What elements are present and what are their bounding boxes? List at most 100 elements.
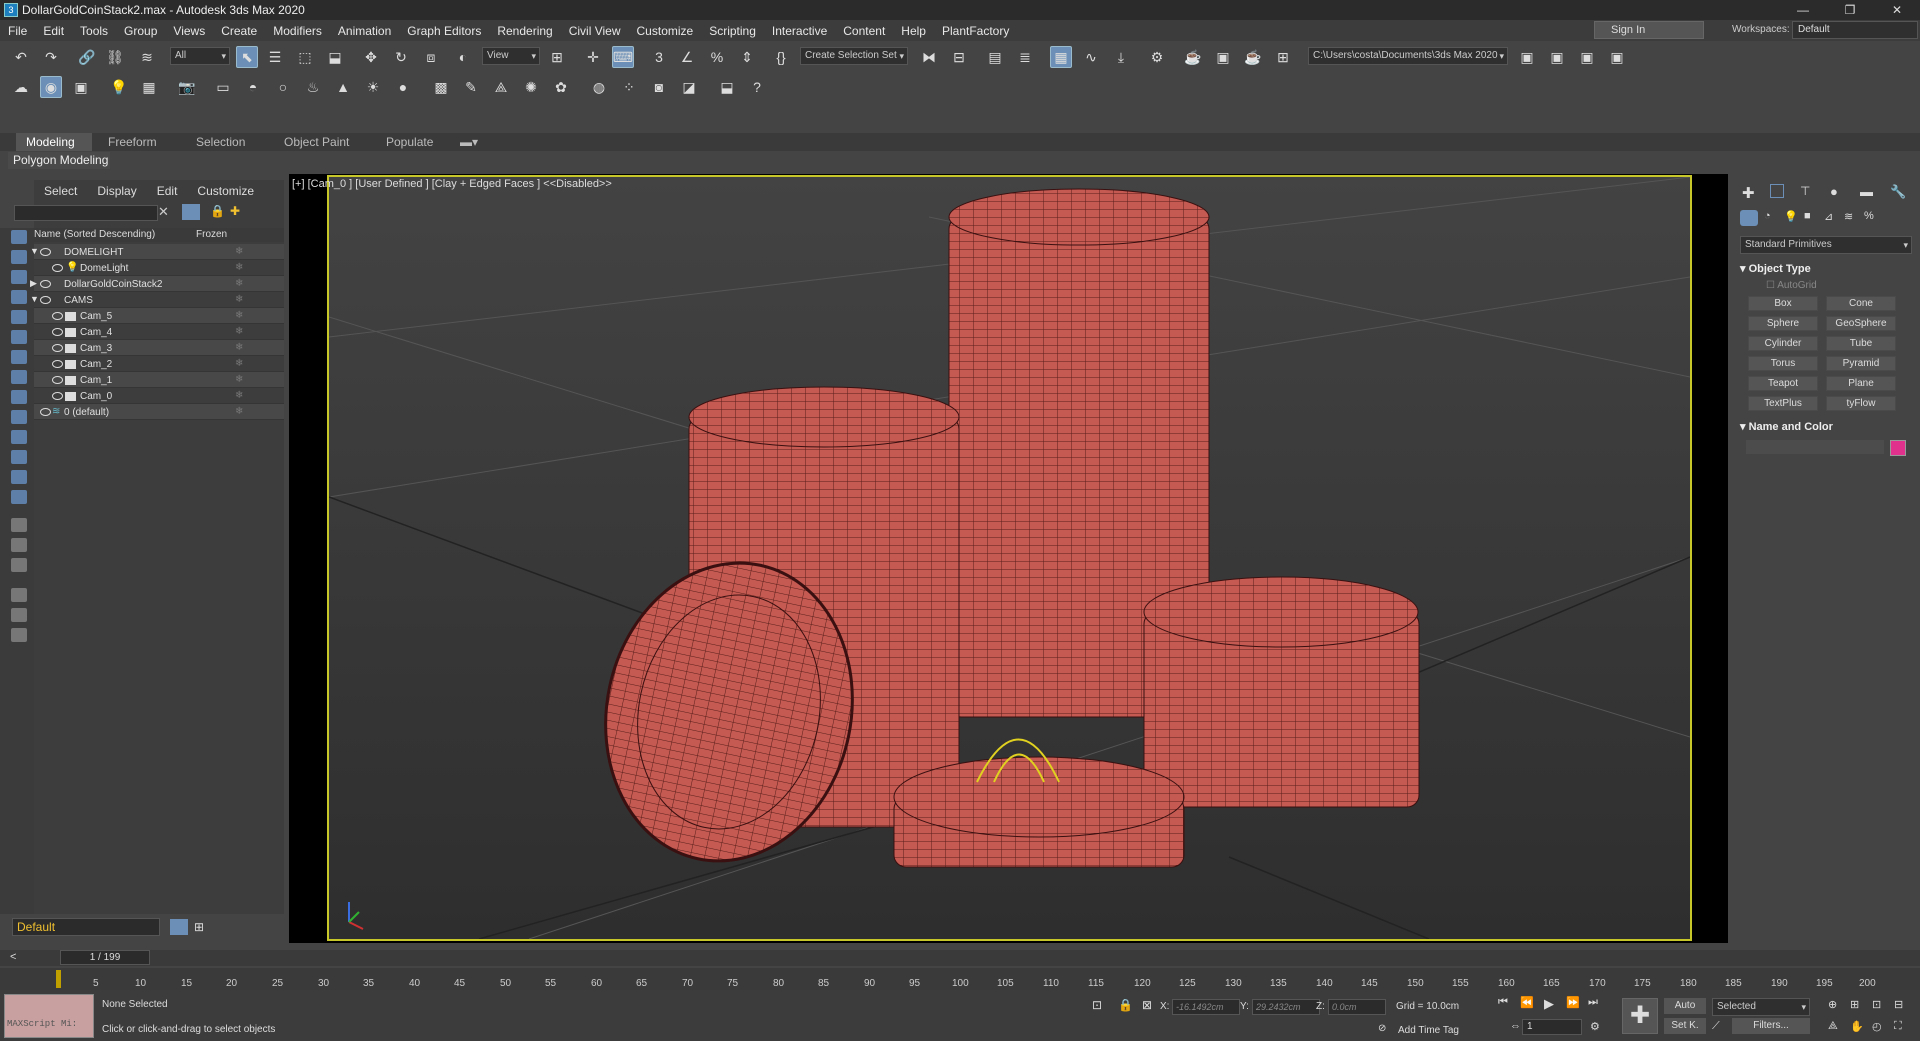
tree-row[interactable]: Cam_5 ❄ [34, 308, 284, 324]
visibility-eye-icon[interactable] [52, 392, 63, 400]
project-icon-2[interactable]: ▣ [1546, 46, 1568, 68]
render-production-icon[interactable]: ☕ [1242, 46, 1264, 68]
time-prev-button[interactable]: < [10, 951, 16, 963]
object-name-field[interactable] [1746, 440, 1884, 454]
menu-group[interactable]: Group [116, 24, 165, 38]
plane-button[interactable]: Plane [1826, 376, 1896, 391]
tree-row[interactable]: ▼ DOMELIGHT ❄ [30, 244, 284, 260]
display-containers-icon[interactable] [11, 430, 27, 444]
add-layer-icon[interactable]: ✚ [230, 204, 240, 218]
window-crossing-icon[interactable]: ⬓ [324, 46, 346, 68]
rotate-icon[interactable]: ↻ [390, 46, 412, 68]
pan-icon[interactable]: ✋ [1850, 1020, 1864, 1033]
scene-tab-select[interactable]: Select [34, 184, 87, 198]
spacewarps-icon[interactable]: ≋ [1844, 210, 1853, 223]
display-cameras-icon[interactable] [11, 310, 27, 324]
tree-row[interactable]: Cam_4 ❄ [34, 324, 284, 340]
selection-filter-dropdown[interactable]: All [170, 47, 230, 65]
angle-snap-icon[interactable]: ∠ [676, 46, 698, 68]
toolbar2-icon-2[interactable]: ◉ [40, 76, 62, 98]
percent-snap-icon[interactable]: % [706, 46, 728, 68]
scene-explorer-mode-icon[interactable]: ⊞ [194, 920, 204, 934]
export-icon[interactable]: ⬓ [716, 76, 738, 98]
sun-icon[interactable]: ☀ [362, 76, 384, 98]
light-icon-2[interactable]: ▦ [138, 76, 160, 98]
display-frozen-icon[interactable] [11, 450, 27, 464]
pyramid-button[interactable]: Pyramid [1826, 356, 1896, 371]
menu-modifiers[interactable]: Modifiers [265, 24, 330, 38]
display-xrefs-icon[interactable] [11, 390, 27, 404]
menu-scripting[interactable]: Scripting [701, 24, 764, 38]
light-icon-1[interactable]: 💡 [108, 76, 130, 98]
ambient-light-icon[interactable]: ● [392, 76, 414, 98]
current-frame-marker[interactable] [56, 970, 61, 988]
link-icon[interactable]: 🔗 [76, 46, 98, 68]
snaps-toggle-icon[interactable]: 3 [648, 46, 670, 68]
orbit-icon[interactable]: ◴ [1872, 1020, 1882, 1033]
helpers-icon[interactable]: ⊿ [1824, 210, 1833, 223]
z-coordinate-field[interactable]: 0.0cm [1328, 999, 1386, 1015]
zoom-all-icon[interactable]: ⊞ [1850, 998, 1859, 1011]
menu-interactive[interactable]: Interactive [764, 24, 835, 38]
visibility-eye-icon[interactable] [52, 328, 63, 336]
isolate-icon[interactable]: ⊡ [1092, 998, 1102, 1012]
zoom-icon[interactable]: ⊕ [1828, 998, 1837, 1011]
render-setup-icon[interactable]: ☕ [1182, 46, 1204, 68]
visibility-eye-icon[interactable] [52, 264, 63, 272]
geosphere-button[interactable]: GeoSphere [1826, 316, 1896, 331]
material-editor-icon[interactable]: ⚙ [1146, 46, 1168, 68]
viewport[interactable] [289, 174, 1728, 943]
menu-views[interactable]: Views [165, 24, 213, 38]
freeze-icon[interactable]: ❄ [235, 342, 243, 353]
curve-editor-icon[interactable]: ∿ [1080, 46, 1102, 68]
minimize-button[interactable]: — [1780, 0, 1826, 20]
category-dropdown[interactable]: Standard Primitives [1740, 236, 1912, 254]
zoom-extents-icon[interactable]: ⊡ [1872, 998, 1881, 1011]
freeze-icon[interactable]: ❄ [235, 358, 243, 369]
key-filter-dropdown[interactable]: Selected [1712, 998, 1810, 1016]
scene-explorer-toggle-icon[interactable]: ▤ [984, 46, 1006, 68]
filter-icon[interactable] [11, 588, 27, 602]
x-coordinate-field[interactable]: -16.1492cm [1172, 999, 1240, 1015]
sphere-light-icon[interactable]: ○ [272, 76, 294, 98]
cylinder-button[interactable]: Cylinder [1748, 336, 1818, 351]
workspaces-dropdown[interactable]: Default [1792, 21, 1918, 39]
tree-row[interactable]: Cam_1 ❄ [34, 372, 284, 388]
display-bones-icon[interactable] [11, 410, 27, 424]
display-helpers-icon[interactable] [11, 330, 27, 344]
align-icon[interactable]: ⊟ [948, 46, 970, 68]
display-dependents-icon[interactable] [11, 558, 27, 572]
display-spacewarps-icon[interactable] [11, 350, 27, 364]
menu-animation[interactable]: Animation [330, 24, 399, 38]
systems-icon[interactable]: % [1864, 210, 1874, 222]
freeze-icon[interactable]: ❄ [235, 406, 243, 417]
menu-graph-editors[interactable]: Graph Editors [399, 24, 489, 38]
filter-funnel-icon[interactable] [182, 204, 200, 220]
proxy-icon[interactable]: ▩ [430, 76, 452, 98]
render-in-cloud-icon[interactable]: ⊞ [1272, 46, 1294, 68]
tree-row[interactable]: Cam_0 ❄ [34, 388, 284, 404]
plane-icon[interactable]: ⟁ [490, 76, 512, 98]
tree-row[interactable]: 💡 DomeLight ❄ [34, 260, 284, 276]
box-button[interactable]: Box [1748, 296, 1818, 311]
display-lights-icon[interactable] [11, 290, 27, 304]
viewport-canvas[interactable] [327, 175, 1692, 941]
play-icon[interactable]: ▶ [1544, 996, 1554, 1012]
scale-icon[interactable]: ⧈ [420, 46, 442, 68]
expand-arrow-icon[interactable]: ▼ [30, 294, 39, 304]
key-tangent-icon[interactable]: ⟋ [1712, 1020, 1720, 1033]
geometry-icon[interactable] [1740, 210, 1758, 226]
dome-light-icon[interactable]: ◓ [242, 76, 264, 98]
project-icon-3[interactable]: ▣ [1576, 46, 1598, 68]
fov-icon[interactable]: ⟁ [1828, 1020, 1838, 1033]
menu-edit[interactable]: Edit [35, 24, 72, 38]
motion-tab-icon[interactable]: ● [1830, 184, 1838, 199]
modify-tab-icon[interactable] [1770, 184, 1784, 198]
freeze-icon[interactable]: ❄ [235, 310, 243, 321]
select-manipulate-icon[interactable]: ✛ [582, 46, 604, 68]
freeze-icon[interactable]: ❄ [235, 374, 243, 385]
time-tag-icon[interactable]: ⊘ [1378, 1023, 1386, 1034]
prev-frame-icon[interactable]: ⏪ [1520, 996, 1534, 1009]
add-time-tag[interactable]: Add Time Tag [1398, 1025, 1459, 1036]
visibility-eye-icon[interactable] [40, 248, 51, 256]
